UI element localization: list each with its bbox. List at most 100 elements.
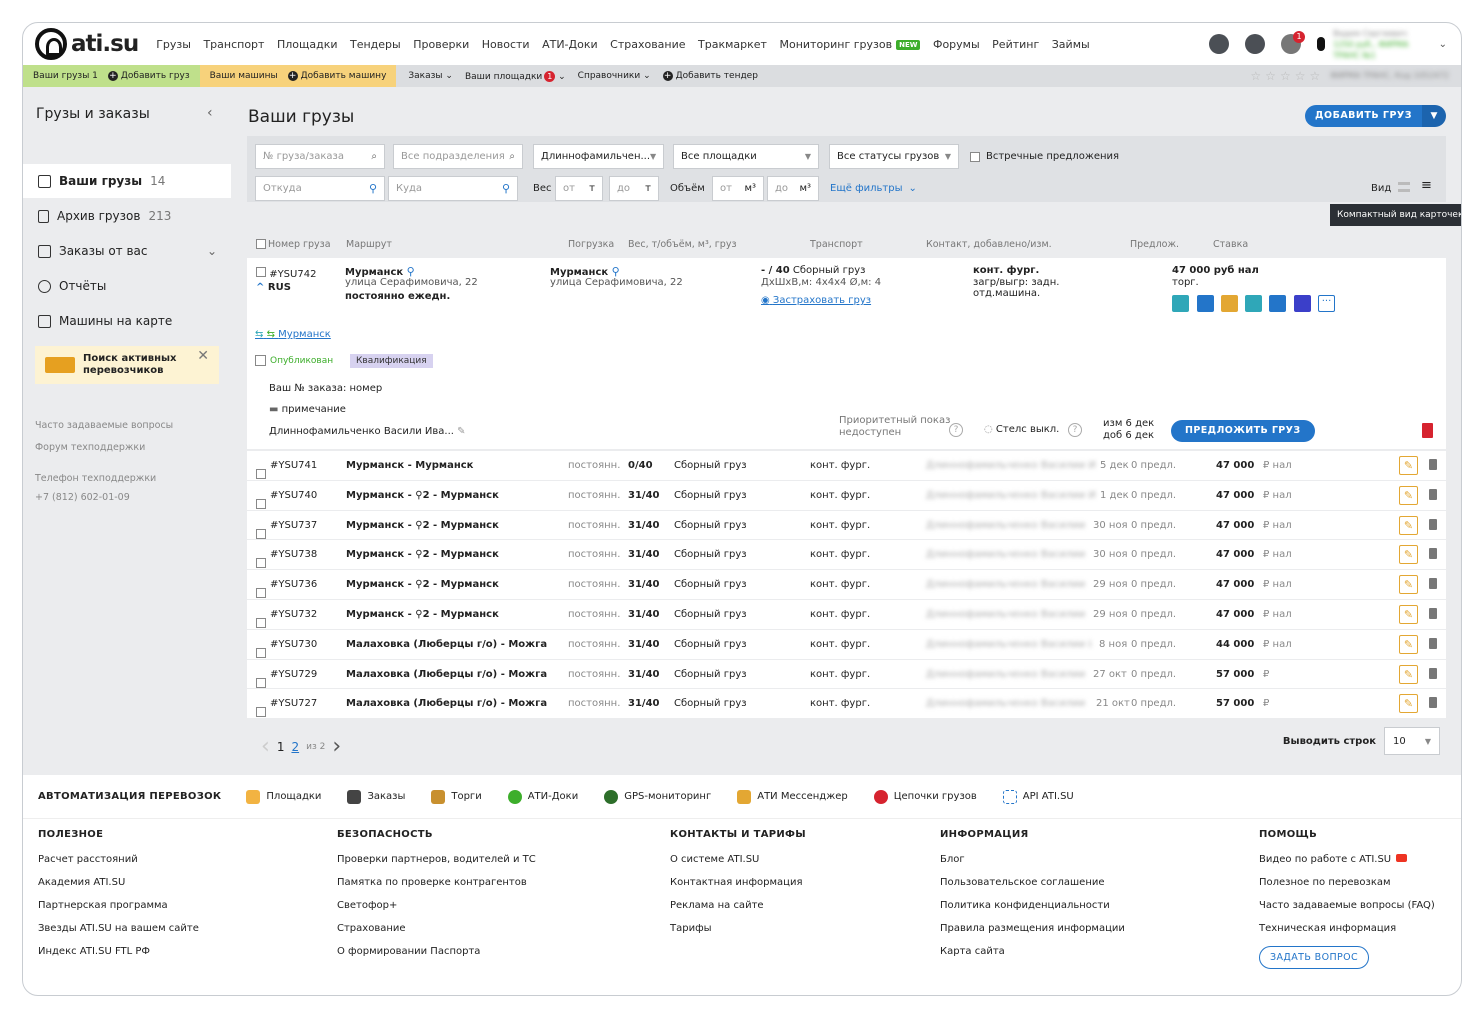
volume-to-input[interactable]: до м³ bbox=[767, 176, 819, 201]
footer-link[interactable]: Контактная информация bbox=[670, 877, 806, 891]
support-phone[interactable]: +7 (812) 602-01-09 bbox=[35, 492, 130, 503]
footer-link[interactable]: Страхование bbox=[337, 923, 536, 937]
more-filters-link[interactable]: Ещё фильтры ⌄ bbox=[830, 183, 917, 194]
chevron-right-icon[interactable]: › bbox=[332, 734, 341, 759]
from-input[interactable]: Откуда ⚲ bbox=[255, 176, 385, 201]
truck-icon[interactable] bbox=[1269, 295, 1286, 312]
page-1[interactable]: 1 bbox=[277, 740, 285, 754]
chat-icon[interactable] bbox=[1245, 34, 1265, 54]
column-header[interactable]: Номер груза bbox=[268, 239, 331, 250]
menu-item-forums[interactable]: Форумы bbox=[933, 38, 980, 51]
your-machines-link[interactable]: Ваши машины bbox=[210, 71, 278, 81]
checkbox[interactable] bbox=[970, 151, 980, 162]
cargo-number-input[interactable]: № груза/заказа ⌕ bbox=[255, 144, 385, 169]
refresh-icon[interactable] bbox=[1172, 295, 1189, 312]
more-icon[interactable]: ··· bbox=[1318, 295, 1335, 312]
volume-from-input[interactable]: от м³ bbox=[712, 176, 764, 201]
trash-icon[interactable] bbox=[1429, 578, 1437, 590]
sidebar-item-archive[interactable]: Архив грузов 213 bbox=[23, 199, 231, 233]
add-cargo-link[interactable]: + Добавить груз bbox=[107, 71, 190, 81]
refs-dropdown[interactable]: Справочники ⌄ bbox=[578, 71, 651, 81]
footer-link[interactable]: Звезды ATI.SU на вашем сайте bbox=[38, 923, 199, 937]
footer-link[interactable]: Тарифы bbox=[670, 923, 806, 937]
automation-link[interactable]: АТИ-Доки bbox=[507, 789, 578, 804]
route[interactable]: Мурманск - ⚲2 - Мурманск bbox=[346, 490, 499, 501]
footer-link[interactable]: Расчет расстояний bbox=[38, 854, 199, 868]
help-icon[interactable]: ? bbox=[949, 423, 963, 437]
chevron-left-icon[interactable]: ‹ bbox=[261, 734, 270, 759]
edit-icon[interactable]: ✎ bbox=[1399, 515, 1418, 535]
menu-item-transport[interactable]: Транспорт bbox=[203, 38, 264, 51]
edit-icon[interactable] bbox=[1221, 295, 1238, 312]
add-cargo-button[interactable]: ДОБАВИТЬ ГРУЗ bbox=[1305, 105, 1422, 127]
checkbox[interactable] bbox=[256, 267, 266, 277]
edit-icon[interactable]: ✎ bbox=[1399, 634, 1418, 654]
route[interactable]: Малаховка (Люберцы г/о) - Можга bbox=[346, 698, 547, 709]
table-row[interactable]: #YSU732 Мурманск - ⚲2 - Мурманск постоян… bbox=[247, 599, 1446, 630]
card-checkbox[interactable]: #YSU742 bbox=[256, 267, 316, 280]
footer-link[interactable]: Памятка по проверке контрагентов bbox=[337, 877, 536, 891]
user-menu[interactable]: Вадим Сергеевич 1250 руб., ФИРМА ТРАНС №… bbox=[1317, 29, 1447, 60]
trash-icon[interactable] bbox=[1429, 637, 1437, 649]
footer-link[interactable]: Индекс ATI.SU FTL РФ bbox=[38, 946, 199, 960]
checkbox[interactable] bbox=[256, 528, 266, 539]
footer-link[interactable]: Карта сайта bbox=[940, 946, 1125, 960]
chevron-left-icon[interactable]: ‹ bbox=[207, 105, 213, 121]
menu-item-tenders[interactable]: Тендеры bbox=[350, 38, 401, 51]
menu-item-cargo[interactable]: Грузы bbox=[156, 38, 191, 51]
edit-icon[interactable]: ✎ bbox=[1399, 694, 1418, 714]
sidebar-item-your-cargo[interactable]: Ваши грузы 14 bbox=[23, 164, 231, 198]
checkbox[interactable] bbox=[256, 558, 266, 569]
trash-icon[interactable] bbox=[1429, 697, 1437, 709]
route[interactable]: Мурманск - ⚲2 - Мурманск bbox=[346, 609, 499, 620]
edit-icon[interactable]: ✎ bbox=[1399, 604, 1418, 624]
route[interactable]: Мурманск - ⚲2 - Мурманск bbox=[346, 579, 499, 590]
route[interactable]: Мурманск - ⚲2 - Мурманск bbox=[346, 549, 499, 560]
trash-icon[interactable] bbox=[1429, 518, 1437, 530]
route[interactable]: Малаховка (Люберцы г/о) - Можга bbox=[346, 639, 547, 650]
add-machine-link[interactable]: + Добавить машину bbox=[287, 71, 386, 81]
platforms-dropdown[interactable]: Ваши площадки 1 ⌄ bbox=[465, 70, 566, 82]
checkbox[interactable] bbox=[256, 469, 266, 479]
sidebar-item-map[interactable]: Машины на карте bbox=[23, 304, 231, 338]
search-person-icon[interactable] bbox=[1209, 34, 1229, 54]
logo[interactable]: ati.su bbox=[35, 28, 139, 60]
close-icon[interactable]: ✕ bbox=[197, 349, 209, 363]
menu-item-insurance[interactable]: Страхование bbox=[610, 38, 685, 51]
table-row[interactable]: #YSU740 Мурманск - ⚲2 - Мурманск постоян… bbox=[247, 480, 1446, 511]
rating-stars[interactable]: ☆ ☆ ☆ ☆ ☆ ФИРМА ТРАНС, Код 1052472 bbox=[1250, 69, 1449, 83]
note[interactable]: ▬ примечание bbox=[269, 404, 346, 415]
checkbox[interactable] bbox=[256, 707, 266, 718]
footer-link[interactable]: Проверки партнеров, водителей и ТС bbox=[337, 854, 536, 868]
footer-link[interactable]: Полезное по перевозкам bbox=[1259, 877, 1435, 891]
menu-item-monitoring[interactable]: Мониторинг грузов NEW bbox=[779, 38, 921, 51]
automation-link[interactable]: Заказы bbox=[347, 789, 405, 804]
menu-item-loans[interactable]: Займы bbox=[1052, 38, 1090, 51]
table-row[interactable]: #YSU737 Мурманск - ⚲2 - Мурманск постоян… bbox=[247, 510, 1446, 541]
footer-link[interactable]: Реклама на сайте bbox=[670, 900, 806, 914]
automation-link[interactable]: Площадки bbox=[246, 789, 321, 804]
history-icon[interactable] bbox=[1294, 295, 1311, 312]
menu-item-rating[interactable]: Рейтинг bbox=[992, 38, 1039, 51]
orders-dropdown[interactable]: Заказы ⌄ bbox=[408, 71, 453, 81]
footer-link[interactable]: Правила размещения информации bbox=[940, 923, 1125, 937]
copy-icon[interactable] bbox=[1245, 295, 1262, 312]
person-select[interactable]: Длиннофамильчен... ▼ bbox=[533, 144, 664, 169]
sidebar-item-reports[interactable]: Отчёты bbox=[23, 269, 231, 303]
status-select[interactable]: Все статусы грузов ▼ bbox=[829, 144, 959, 169]
table-row[interactable]: #YSU730 Малаховка (Люберцы г/о) - Можга … bbox=[247, 629, 1446, 660]
automation-link[interactable]: GPS-мониторинг bbox=[604, 789, 711, 804]
footer-link[interactable]: Техническая информация bbox=[1259, 923, 1435, 937]
carrier-search-promo[interactable]: Поиск активных перевозчиков ✕ bbox=[35, 346, 219, 384]
footer-link[interactable]: Светофор+ bbox=[337, 900, 536, 914]
checkbox[interactable] bbox=[256, 498, 266, 509]
menu-item-platforms[interactable]: Площадки bbox=[277, 38, 338, 51]
automation-link[interactable]: Торги bbox=[431, 789, 482, 804]
checkbox[interactable] bbox=[256, 617, 266, 628]
weight-to-input[interactable]: до т bbox=[609, 176, 659, 201]
bell-icon[interactable]: 1 bbox=[1281, 31, 1305, 54]
sidebar-item-orders[interactable]: Заказы от вас ⌄ bbox=[23, 234, 231, 268]
faq-link[interactable]: Часто задаваемые вопросы bbox=[35, 420, 173, 431]
trash-icon[interactable] bbox=[1429, 607, 1437, 619]
country-toggle[interactable]: ^ RUS bbox=[256, 282, 291, 293]
